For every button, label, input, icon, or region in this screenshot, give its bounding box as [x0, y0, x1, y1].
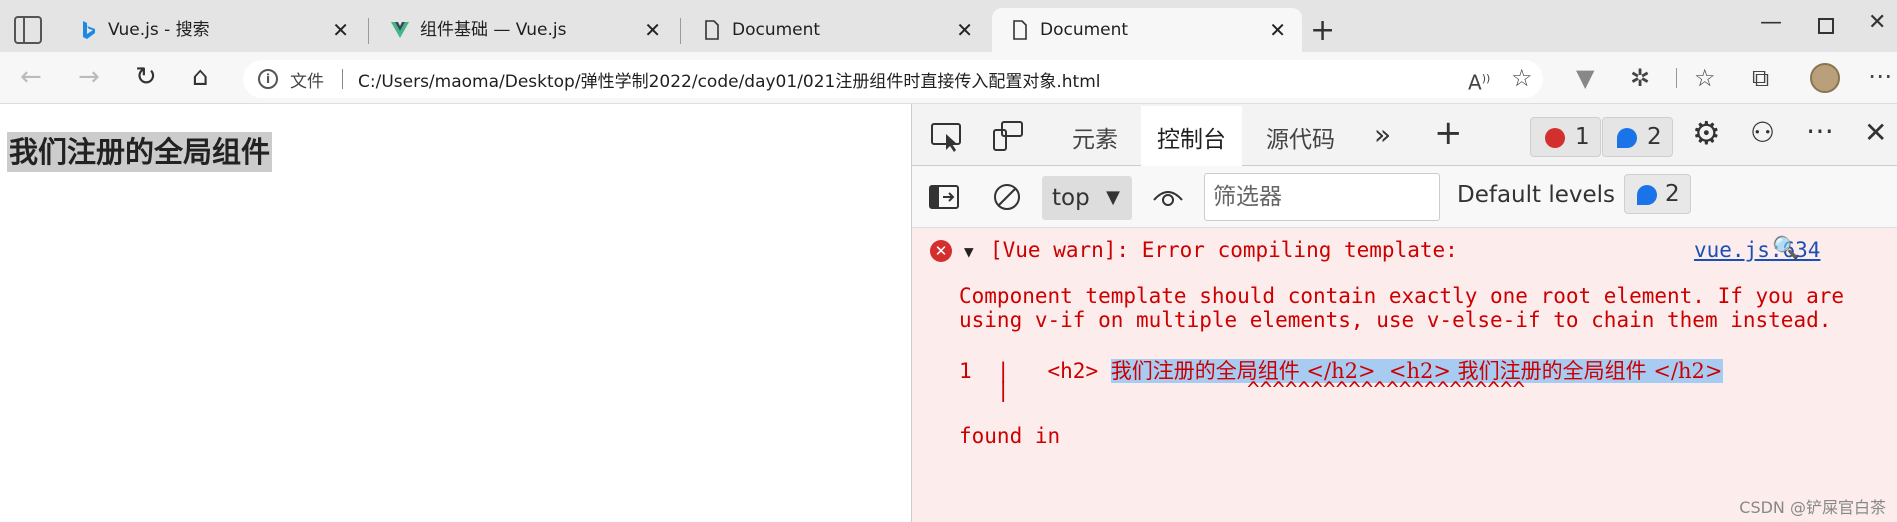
document-icon: [1013, 20, 1027, 40]
page-heading: 我们注册的全局组件: [7, 132, 273, 172]
message-icon: [1637, 185, 1657, 205]
tab-vue-docs[interactable]: 组件基础 — Vue.js ✕: [372, 8, 677, 52]
maximize-icon[interactable]: [1818, 18, 1834, 34]
toolbar-divider: [1676, 68, 1677, 88]
customize-menu-icon[interactable]: ⋯: [1806, 116, 1834, 146]
live-expression-eye-icon[interactable]: [1152, 186, 1184, 208]
extensions-icon[interactable]: ✲: [1630, 64, 1650, 92]
feedback-icon[interactable]: ⚇: [1750, 118, 1775, 148]
collections-icon[interactable]: ⧉: [1752, 64, 1769, 92]
url-text[interactable]: C:/Users/maoma/Desktop/弹性学制2022/code/day…: [358, 67, 1101, 92]
settings-gear-icon[interactable]: ⚙: [1692, 117, 1721, 149]
close-devtools-icon[interactable]: ✕: [1864, 118, 1887, 148]
home-icon[interactable]: ⌂: [192, 64, 209, 90]
close-icon[interactable]: ✕: [956, 8, 973, 52]
inspect-element-icon[interactable]: [930, 122, 964, 152]
tab-actions-icon[interactable]: [14, 16, 42, 44]
error-count: 1: [1575, 124, 1590, 150]
tab-bing[interactable]: Vue.js - 搜索 ✕: [60, 8, 365, 52]
chevron-down-icon: ▼: [1106, 187, 1120, 208]
issues-count-badge[interactable]: 2: [1624, 174, 1691, 214]
sidebar-toggle-icon[interactable]: [928, 184, 960, 210]
console-pipe-line: | ^^^^^^^^^^^^^^^^^^^^^^: [959, 378, 1525, 402]
favorites-icon[interactable]: ☆: [1694, 64, 1716, 92]
tab-title: Document: [1040, 20, 1129, 40]
filter-placeholder: 筛选器: [1213, 184, 1282, 210]
document-icon: [705, 20, 719, 40]
console-body-line: using v-if on multiple elements, use v-e…: [959, 308, 1832, 332]
close-icon[interactable]: ✕: [1269, 8, 1286, 52]
console-found-in: found in: [959, 424, 1061, 448]
close-icon[interactable]: ✕: [644, 8, 661, 52]
clear-console-icon[interactable]: [992, 182, 1022, 212]
add-favorite-icon[interactable]: ☆: [1511, 64, 1533, 92]
avatar[interactable]: [1810, 63, 1840, 93]
devtools-tabbar: 元素 控制台 源代码 » + 1 2 ⚙ ⚇ ⋯ ✕: [912, 104, 1897, 170]
read-aloud-icon[interactable]: A)): [1468, 65, 1490, 97]
close-icon[interactable]: ✕: [332, 8, 349, 52]
error-icon: ✕: [930, 240, 952, 262]
tab-divider: [368, 18, 369, 44]
forward-icon[interactable]: →: [78, 64, 100, 90]
url-divider: [342, 69, 343, 89]
log-levels-label: Default levels: [1457, 182, 1616, 208]
console-output: ✕ ▼ [Vue warn]: Error compiling template…: [912, 228, 1897, 522]
tab-sources[interactable]: 源代码: [1266, 120, 1335, 154]
more-menu-icon[interactable]: ⋯: [1868, 62, 1892, 90]
device-emulation-icon[interactable]: [990, 120, 1024, 152]
message-count: 2: [1647, 124, 1662, 150]
new-tab-icon[interactable]: +: [1310, 13, 1335, 49]
search-icon[interactable]: 🔍: [1772, 236, 1799, 261]
watermark: CSDN @铲屎官白茶: [1739, 498, 1886, 517]
tab-title: 组件基础 — Vue.js: [420, 20, 567, 40]
code-pipe: |: [959, 378, 1010, 402]
add-tool-icon[interactable]: +: [1434, 116, 1463, 150]
tab-console[interactable]: 控制台: [1141, 106, 1242, 170]
devtools-panel: 元素 控制台 源代码 » + 1 2 ⚙ ⚇ ⋯ ✕ top ▼ 筛选器 Def…: [911, 104, 1897, 522]
url-field[interactable]: i 文件 C:/Users/maoma/Desktop/弹性学制2022/cod…: [243, 60, 1543, 98]
tab-title: Vue.js - 搜索: [108, 20, 210, 40]
address-bar: ← → ↻ ⌂ i 文件 C:/Users/maoma/Desktop/弹性学制…: [0, 52, 1897, 104]
tab-title: Document: [732, 20, 821, 40]
message-icon: [1617, 128, 1637, 148]
page-viewport: 我们注册的全局组件: [0, 104, 911, 522]
window-close-icon[interactable]: ✕: [1868, 10, 1886, 35]
expand-triangle-icon[interactable]: ▼: [964, 242, 974, 261]
error-icon: [1545, 128, 1565, 148]
tab-bar: Vue.js - 搜索 ✕ 组件基础 — Vue.js ✕ Document ✕…: [0, 0, 1897, 52]
file-scheme-label: 文件: [290, 72, 324, 92]
minimize-icon[interactable]: —: [1760, 10, 1782, 35]
filter-input[interactable]: 筛选器: [1204, 173, 1440, 221]
vue-icon: [391, 22, 409, 38]
console-toolbar: top ▼ 筛选器 Default levels ▼ 2: [912, 166, 1897, 228]
code-tag: <h2>: [1047, 359, 1099, 383]
refresh-icon[interactable]: ↻: [135, 64, 157, 90]
tab-document[interactable]: Document ✕: [684, 8, 989, 52]
log-levels-select[interactable]: Default levels ▼: [1457, 182, 1644, 208]
info-icon[interactable]: i: [258, 69, 278, 89]
context-select[interactable]: top ▼: [1042, 176, 1132, 220]
extension-shield-icon[interactable]: ▼: [1576, 64, 1594, 92]
tab-document-active[interactable]: Document ✕: [992, 8, 1302, 52]
source-link[interactable]: vue.js:634: [1694, 238, 1820, 262]
context-value: top: [1052, 185, 1090, 211]
code-carets: ^^^^^^^^^^^^^^^^^^^^^^: [1247, 378, 1526, 402]
back-icon[interactable]: ←: [20, 64, 42, 90]
tab-divider: [680, 18, 681, 44]
message-count-badge[interactable]: 2: [1602, 117, 1673, 157]
error-count-badge[interactable]: 1: [1530, 117, 1601, 157]
bing-icon: [83, 21, 95, 39]
tab-elements[interactable]: 元素: [1072, 120, 1118, 154]
more-tabs-icon[interactable]: »: [1374, 120, 1391, 150]
console-body-line: Component template should contain exactl…: [959, 284, 1845, 308]
console-message-head: [Vue warn]: Error compiling template:: [990, 238, 1458, 262]
issues-count: 2: [1665, 181, 1680, 207]
